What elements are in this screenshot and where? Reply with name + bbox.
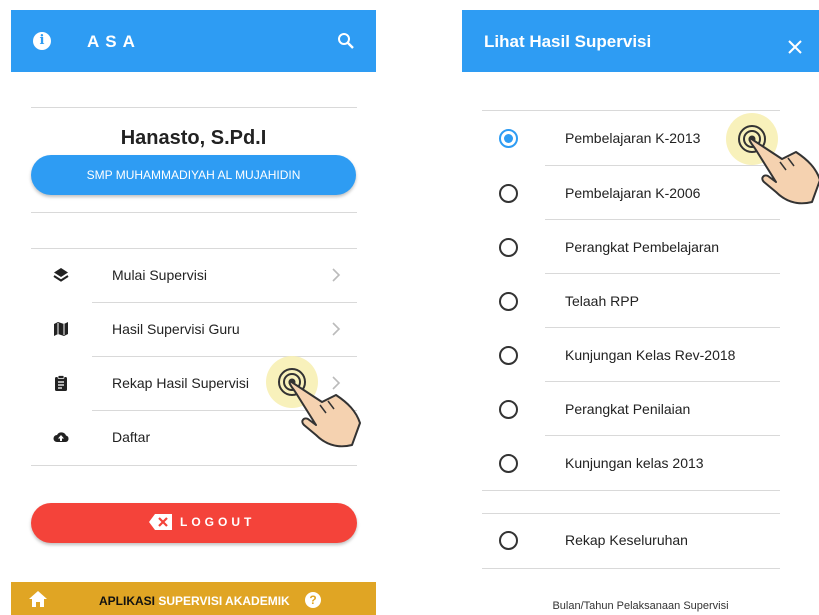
option-perangkat-pembelajaran[interactable]: Perangkat Pembelajaran — [482, 220, 780, 274]
divider — [482, 490, 780, 491]
app-name: APLIKASI SUPERVISI AKADEMIK — [99, 594, 290, 608]
divider — [31, 465, 357, 466]
tap-gesture-hand-icon — [266, 356, 361, 448]
search-icon[interactable] — [337, 32, 355, 50]
dialog-screen: Lihat Hasil Supervisi Pembelajaran K-201… — [462, 0, 819, 615]
radio-button[interactable] — [499, 238, 518, 257]
radio-button[interactable] — [499, 346, 518, 365]
radio-button[interactable] — [499, 400, 518, 419]
info-icon[interactable]: i — [33, 32, 51, 50]
option-label: Kunjungan kelas 2013 — [565, 455, 704, 471]
close-icon[interactable] — [788, 40, 802, 54]
clipboard-icon — [55, 375, 67, 391]
menu-label: Daftar — [112, 429, 151, 445]
app-bar: i ASA — [11, 10, 376, 72]
chevron-right-icon — [332, 322, 341, 336]
menu-label: Mulai Supervisi — [112, 267, 207, 283]
option-label: Perangkat Pembelajaran — [565, 239, 720, 255]
option-kunjungan-kelas-2013[interactable]: Kunjungan kelas 2013 — [482, 436, 780, 490]
option-label: Pembelajaran K-2013 — [565, 130, 701, 146]
map-icon — [54, 322, 68, 336]
radio-button[interactable] — [499, 184, 518, 203]
main-screen: i ASA Hanasto, S.Pd.I SMP MUHAMMADIYAH A… — [11, 0, 376, 615]
dialog-title: Lihat Hasil Supervisi — [484, 32, 652, 51]
radio-button[interactable] — [499, 292, 518, 311]
option-telaah-rpp[interactable]: Telaah RPP — [482, 274, 780, 328]
help-icon[interactable]: ? — [305, 592, 321, 608]
menu-label: Hasil Supervisi Guru — [112, 321, 240, 337]
footer-label: Bulan/Tahun Pelaksanaan Supervisi — [552, 600, 729, 612]
app-title: ASA — [87, 32, 141, 51]
option-label: Pembelajaran K-2006 — [565, 185, 701, 201]
option-label: Perangkat Penilaian — [565, 401, 691, 417]
backspace-icon — [149, 514, 172, 530]
cloud-upload-icon — [53, 432, 69, 442]
menu-item-mulai-supervisi[interactable]: Mulai Supervisi — [31, 249, 357, 302]
option-label: Rekap Keseluruhan — [565, 532, 688, 548]
dialog-header: Lihat Hasil Supervisi — [462, 10, 819, 72]
user-name: Hanasto, S.Pd.I — [120, 127, 267, 149]
divider — [482, 568, 780, 569]
radio-button[interactable] — [499, 531, 518, 550]
option-kunjungan-kelas-rev-2018[interactable]: Kunjungan Kelas Rev-2018 — [482, 328, 780, 382]
app-name-part1: APLIKASI — [99, 594, 156, 608]
radio-button-selected[interactable] — [499, 129, 518, 148]
school-button[interactable]: SMP MUHAMMADIYAH AL MUJAHIDIN — [31, 155, 356, 195]
home-icon[interactable] — [29, 591, 47, 607]
option-rekap-keseluruhan[interactable]: Rekap Keseluruhan — [482, 513, 780, 567]
layers-icon — [53, 268, 69, 282]
bottom-bar: APLIKASI SUPERVISI AKADEMIK ? — [11, 582, 376, 615]
app-name-part2: SUPERVISI AKADEMIK — [155, 594, 290, 608]
divider — [31, 212, 357, 213]
chevron-right-icon — [332, 268, 341, 282]
logout-label: LOGOUT — [180, 515, 256, 529]
divider — [31, 107, 357, 108]
logout-button[interactable]: LOGOUT — [31, 503, 357, 543]
menu-item-hasil-supervisi-guru[interactable]: Hasil Supervisi Guru — [31, 303, 357, 356]
tap-gesture-hand-icon — [726, 113, 819, 205]
option-label: Kunjungan Kelas Rev-2018 — [565, 347, 736, 363]
menu-label: Rekap Hasil Supervisi — [112, 375, 249, 391]
radio-button[interactable] — [499, 454, 518, 473]
option-label: Telaah RPP — [565, 293, 639, 309]
option-perangkat-penilaian[interactable]: Perangkat Penilaian — [482, 382, 780, 436]
